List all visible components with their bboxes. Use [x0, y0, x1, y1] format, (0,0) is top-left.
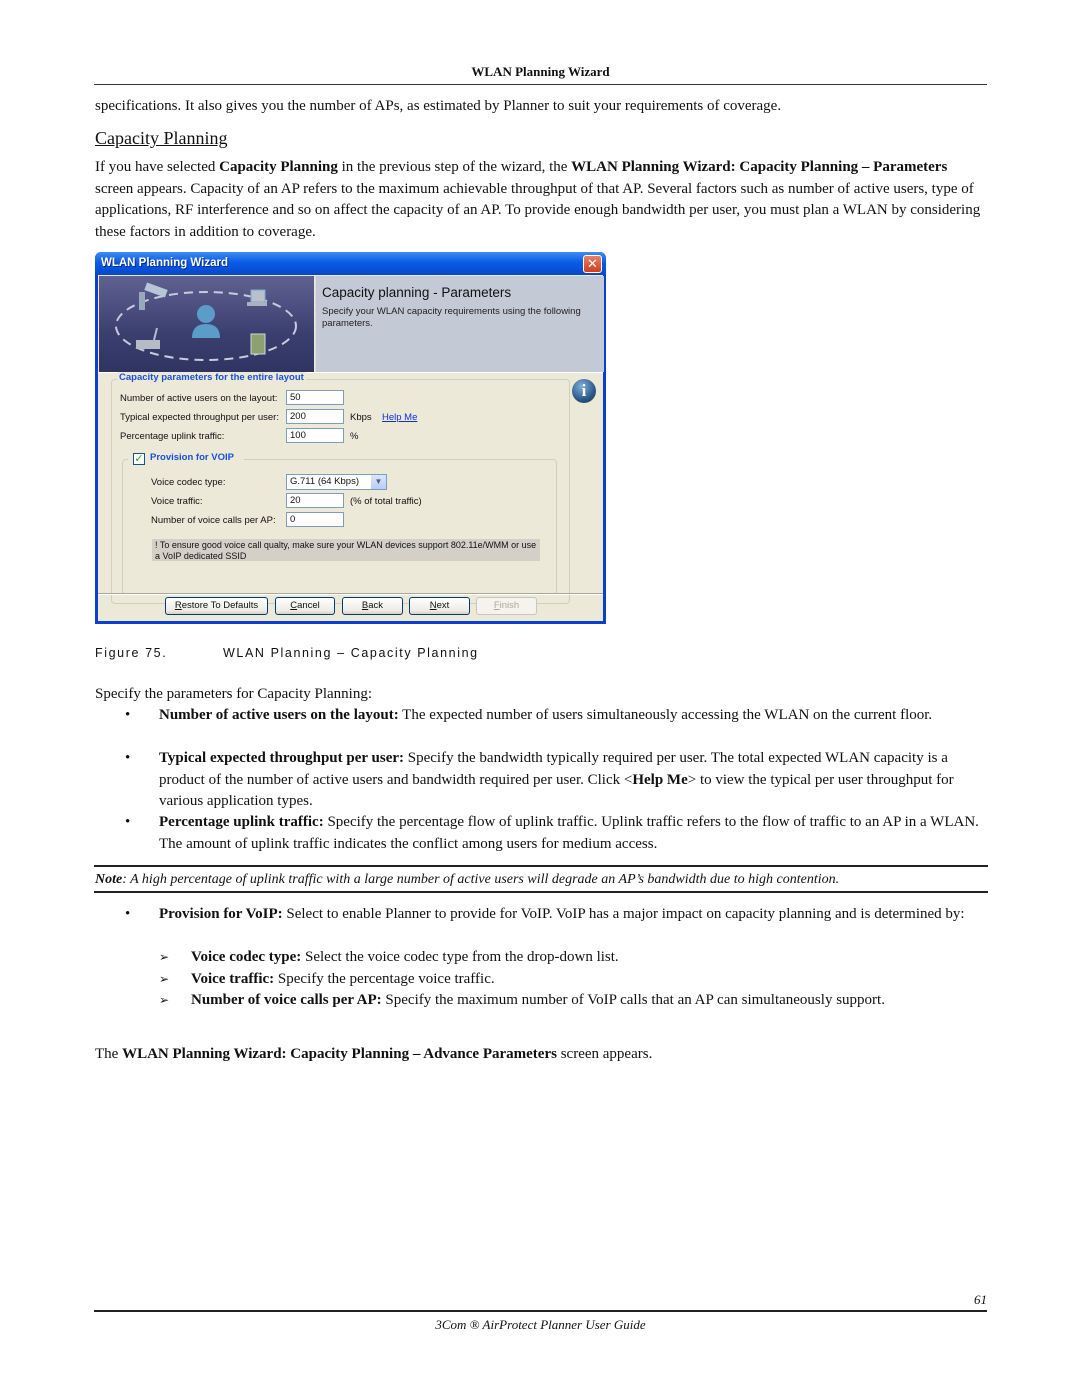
button-separator — [98, 593, 603, 595]
mnemonic: R — [174, 600, 182, 611]
sub-list-item: ➢ Voice codec type: Select the voice cod… — [95, 947, 988, 969]
header-rule — [94, 84, 987, 85]
label: ext — [436, 600, 450, 611]
bold-term: Number of active users on the layout: — [159, 707, 399, 723]
bold-term: WLAN Planning Wizard: Capacity Planning … — [571, 159, 948, 175]
chevron-down-icon[interactable]: ▼ — [371, 475, 386, 489]
wizard-dialog: WLAN Planning Wizard ✕ Capacity planning… — [95, 252, 606, 624]
finish-button: Finish — [476, 597, 537, 615]
restore-defaults-button[interactable]: Restore To Defaults — [165, 597, 268, 615]
text: Select the voice codec type from the dro… — [301, 949, 619, 965]
arrow-bullet-icon: ➢ — [159, 993, 170, 1007]
help-me-link[interactable]: Help Me — [382, 412, 417, 423]
bullet-icon: • — [125, 707, 131, 723]
network-illustration-icon — [99, 276, 314, 372]
page-number: 61 — [974, 1292, 987, 1307]
next-button[interactable]: Next — [409, 597, 470, 615]
note-label: Note — [95, 872, 123, 887]
capacity-parameters-title: Capacity parameters for the entire layou… — [117, 372, 306, 383]
back-button[interactable]: Back — [342, 597, 403, 615]
close-icon[interactable]: ✕ — [583, 255, 602, 273]
bullet-icon: • — [125, 814, 131, 830]
cancel-button[interactable]: Cancel — [275, 597, 335, 615]
mnemonic: N — [429, 600, 437, 611]
voice-traffic-label: Voice traffic: — [151, 496, 203, 507]
figure-title: WLAN Planning – Capacity Planning — [223, 646, 479, 660]
dialog-title: WLAN Planning Wizard — [101, 257, 229, 269]
note-text: : A high percentage of uplink traffic wi… — [122, 872, 840, 887]
bold-term: Voice traffic: — [191, 971, 275, 987]
throughput-label: Typical expected throughput per user: — [120, 412, 279, 423]
intro-continuation: specifications. It also gives you the nu… — [95, 98, 782, 114]
throughput-unit: Kbps — [350, 412, 372, 423]
bold-term: Number of voice calls per AP: — [191, 992, 382, 1008]
text: screen appears. — [556, 1046, 653, 1062]
voip-checkbox[interactable]: ✓ — [133, 453, 145, 465]
text: in the previous step of the wizard, the — [337, 159, 572, 175]
bold-term: Voice codec type: — [191, 949, 302, 965]
bold-term: Typical expected throughput per user: — [159, 750, 405, 766]
closing-paragraph: The WLAN Planning Wizard: Capacity Plann… — [95, 1044, 988, 1066]
text: Select to enable Planner to provide for … — [282, 906, 965, 922]
codec-dropdown[interactable]: G.711 (64 Kbps) ▼ — [286, 474, 387, 490]
active-users-input[interactable]: 50 — [286, 390, 344, 405]
label: estore To Defaults — [181, 600, 259, 611]
list-item: • Provision for VoIP: Select to enable P… — [95, 904, 988, 926]
list-item: • Typical expected throughput per user: … — [95, 748, 988, 813]
arrow-bullet-icon: ➢ — [159, 972, 170, 986]
bold-term: Help Me — [632, 771, 688, 788]
banner-heading: Capacity planning - Parameters — [322, 285, 512, 300]
network-illustration — [115, 282, 297, 361]
section-paragraph: If you have selected Capacity Planning i… — [95, 157, 988, 243]
dialog-client: Capacity planning - Parameters Specify y… — [98, 275, 604, 621]
dialog-titlebar[interactable]: WLAN Planning Wizard ✕ — [95, 252, 606, 275]
voice-traffic-input[interactable]: 20 — [286, 493, 344, 508]
uplink-label: Percentage uplink traffic: — [120, 431, 225, 442]
running-header: WLAN Planning Wizard — [471, 64, 610, 79]
list-item: • Number of active users on the layout: … — [95, 705, 988, 727]
bold-term: Provision for VoIP: — [159, 906, 283, 922]
active-users-label: Number of active users on the layout: — [120, 393, 278, 404]
bold-term: Capacity Planning — [219, 159, 338, 175]
footer-title: 3Com ® AirProtect Planner User Guide — [435, 1317, 646, 1332]
arrow-bullet-icon: ➢ — [159, 950, 170, 964]
label: ancel — [297, 600, 320, 611]
list-item: • Percentage uplink traffic: Specify the… — [95, 812, 988, 855]
uplink-input[interactable]: 100 — [286, 428, 344, 443]
section-title: Capacity Planning — [95, 128, 228, 148]
text: If you have selected — [95, 159, 220, 175]
banner-text-panel: Capacity planning - Parameters Specify y… — [315, 276, 604, 372]
voice-calls-input[interactable]: 0 — [286, 512, 344, 527]
text: Specify the maximum number of VoIP calls… — [381, 992, 885, 1008]
label: ack — [368, 600, 384, 611]
uplink-unit: % — [350, 431, 359, 442]
throughput-input[interactable]: 200 — [286, 409, 344, 424]
text: The expected number of users simultaneou… — [398, 707, 933, 723]
voip-title[interactable]: Provision for VOIP — [148, 452, 236, 463]
codec-value: G.711 (64 Kbps) — [290, 476, 360, 487]
wizard-banner: Capacity planning - Parameters Specify y… — [98, 275, 604, 373]
banner-subtitle: Specify your WLAN capacity requirements … — [322, 306, 581, 329]
sub-list-item: ➢ Voice traffic: Specify the percentage … — [95, 969, 988, 991]
bullet-icon: • — [125, 906, 131, 922]
bold-term: Percentage uplink traffic: — [159, 814, 324, 830]
voice-calls-label: Number of voice calls per AP: — [151, 515, 276, 526]
footer-rule — [94, 1310, 987, 1312]
figure-number: Figure 75. — [95, 646, 168, 660]
voip-warning: ! To ensure good voice call qualty, make… — [152, 539, 540, 561]
specify-intro: Specify the parameters for Capacity Plan… — [95, 686, 372, 702]
info-icon[interactable]: i — [572, 379, 596, 403]
voice-traffic-unit: (% of total traffic) — [350, 496, 422, 507]
text: Specify the percentage voice traffic. — [274, 971, 495, 987]
label: inish — [499, 600, 520, 611]
bold-term: WLAN Planning Wizard: Capacity Planning … — [122, 1046, 557, 1062]
codec-label: Voice codec type: — [151, 477, 226, 488]
figure-caption: Figure 75. WLAN Planning – Capacity Plan… — [95, 646, 477, 660]
text: screen appears. Capacity of an AP refers… — [95, 180, 981, 240]
sub-list-item: ➢ Number of voice calls per AP: Specify … — [95, 990, 988, 1012]
text: The — [95, 1046, 123, 1062]
note-box: Note: A high percentage of uplink traffi… — [94, 865, 988, 893]
bullet-icon: • — [125, 750, 131, 766]
